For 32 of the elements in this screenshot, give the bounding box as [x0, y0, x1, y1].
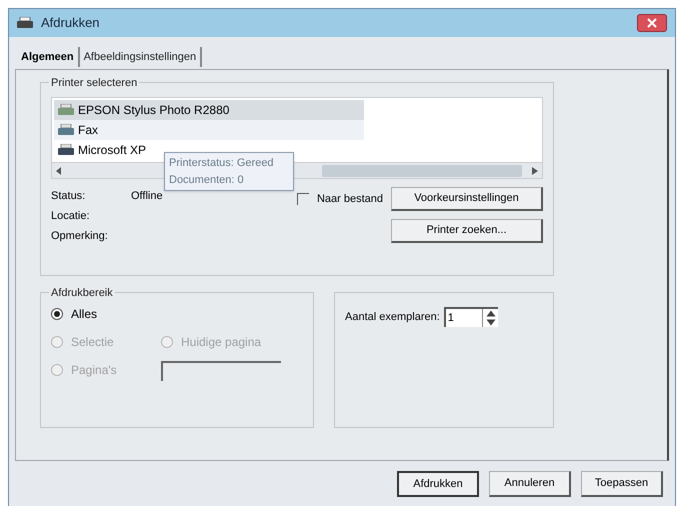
checkbox-label: Naar bestand	[316, 192, 383, 207]
dialog-button[interactable]: Afdrukken	[397, 471, 479, 497]
close-button[interactable]	[637, 14, 667, 32]
radio-label: Pagina's	[71, 362, 117, 379]
window-title: Afdrukken	[41, 14, 100, 32]
radio-label: Selectie	[71, 334, 114, 351]
dialog-button[interactable]: Annuleren	[489, 471, 571, 497]
tooltip-text: Printerstatus: Gereed	[169, 156, 275, 171]
field-label: Locatie:	[51, 208, 91, 224]
tab[interactable]: Algemeen	[17, 47, 80, 67]
field-label: Status:	[51, 188, 86, 204]
printer-icon	[58, 124, 74, 136]
dialog-button[interactable]: Toepassen	[581, 471, 663, 497]
find-printer-button[interactable]: Printer zoeken...	[391, 219, 543, 243]
radio-label: Alles	[71, 306, 98, 323]
scroll-left-icon[interactable]	[56, 166, 62, 174]
scroll-right-icon[interactable]	[532, 166, 538, 174]
status-value: Offline	[131, 188, 163, 204]
close-icon	[647, 18, 657, 28]
preferences-button[interactable]: Voorkeursinstellingen	[391, 187, 543, 211]
radio-label: Huidige pagina	[181, 334, 262, 351]
radio-button[interactable]	[51, 308, 63, 320]
printer-item[interactable]: Fax	[54, 120, 364, 140]
field-label: Opmerking:	[51, 228, 109, 244]
printer-icon	[17, 17, 33, 29]
printer-item[interactable]: EPSON Stylus Photo R2880	[54, 100, 364, 120]
printer-icon	[58, 144, 74, 156]
printer-icon	[58, 104, 74, 116]
tooltip-text: Documenten: 0	[169, 172, 245, 188]
copies-spinner[interactable]: 1	[444, 307, 498, 327]
field-label: Aantal exemplaren:	[345, 310, 440, 325]
tab[interactable]: Afbeeldingsinstellingen	[80, 47, 202, 67]
